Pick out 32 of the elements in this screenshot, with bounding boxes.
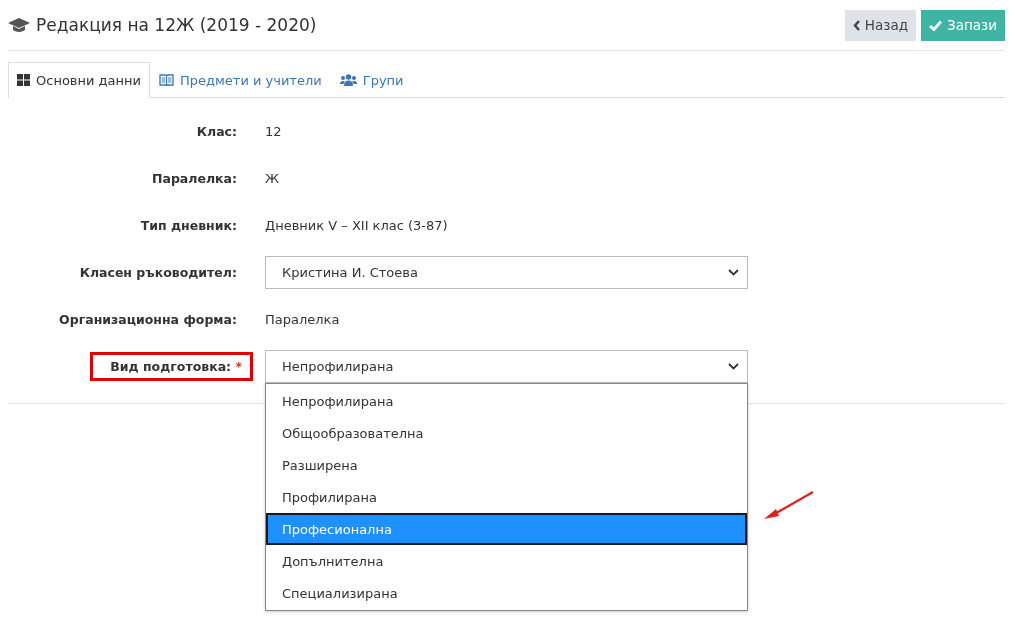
chevron-down-icon [728,269,739,276]
chevron-down-icon [728,363,739,370]
users-icon [339,73,357,87]
field-value: Паралелка [265,312,340,327]
graduation-cap-icon [8,17,30,33]
page-title: Редакция на 12Ж (2019 - 2020) [36,15,317,35]
dropdown-option[interactable]: Допълнителна [266,545,747,577]
field-value: 12 [265,124,282,139]
field-label: Организационна форма: [59,311,237,329]
dropdown-option[interactable]: Непрофилирана [266,385,747,417]
tab[interactable]: Основни данни [8,62,150,98]
tab[interactable]: Предмети и учители [150,62,331,98]
dropdown-option[interactable]: Профилирана [266,481,747,513]
chevron-left-icon [852,19,860,31]
tab[interactable]: Групи [330,62,413,98]
arrow [763,490,815,520]
field-label: Паралелка: [152,170,237,188]
field-value: Ж [265,171,279,186]
field-label: Клас: [196,123,237,141]
select-field[interactable]: Непрофилирана [265,350,748,383]
field-value: Дневник V – XII клас (3-87) [265,218,448,233]
grid-icon [17,74,30,86]
field-label: Тип дневник: [140,217,237,235]
dropdown-option[interactable]: Специализирана [266,577,747,609]
check-icon [929,19,942,31]
dropdown-option[interactable]: Разширена [266,449,747,481]
select-field[interactable]: Кристина И. Стоева [265,256,748,289]
field-label: Класен ръководител: [79,264,237,282]
book-icon [159,73,174,87]
dropdown-option[interactable]: Общообразователна [266,417,747,449]
field-label: Вид подготовка: * [90,352,253,381]
back-button[interactable]: Назад [844,9,916,41]
